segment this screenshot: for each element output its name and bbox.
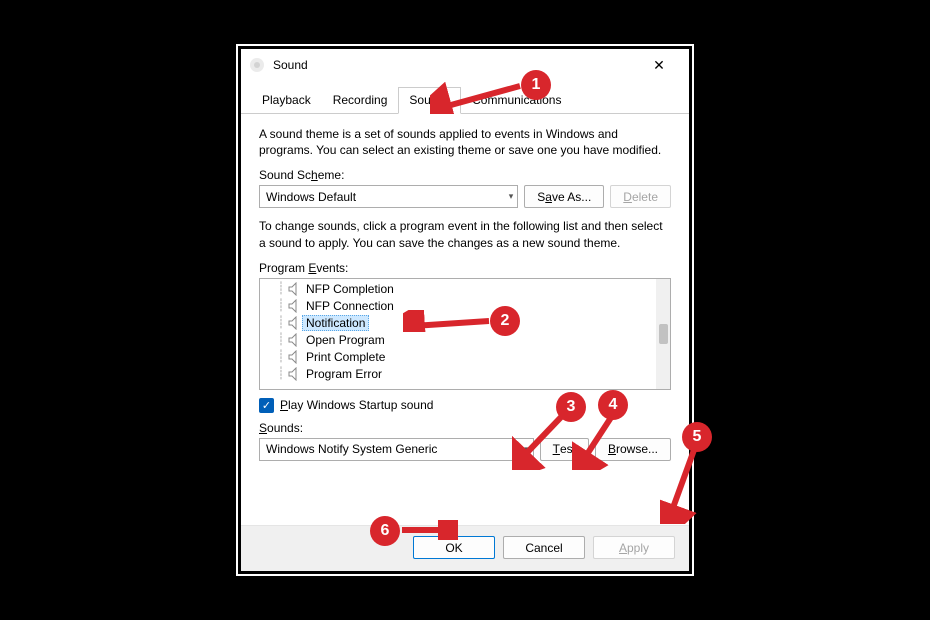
speaker-icon (288, 299, 302, 313)
speaker-icon (288, 282, 302, 296)
event-label: NFP Completion (306, 282, 394, 296)
sound-scheme-value: Windows Default (266, 190, 356, 204)
annotation-arrow-4 (572, 412, 622, 470)
annotation-arrow-6 (398, 520, 458, 540)
program-events-label: Program Events: (259, 261, 671, 275)
event-label: Notification (302, 315, 369, 331)
annotation-badge-1: 1 (521, 70, 551, 100)
sound-app-icon (249, 57, 265, 73)
sounds-select[interactable]: Windows Notify System Generic ▾ (259, 438, 534, 461)
speaker-icon (288, 367, 302, 381)
tree-line-icon: ┊ (274, 281, 288, 298)
annotation-badge-6: 6 (370, 516, 400, 546)
speaker-icon (288, 333, 302, 347)
tree-line-icon: ┊ (274, 366, 288, 383)
close-button[interactable]: ✕ (637, 51, 681, 79)
dialog-buttons: OK Cancel Apply (241, 525, 689, 571)
tree-line-icon: ┊ (274, 315, 288, 332)
event-label: Program Error (306, 367, 382, 381)
speaker-icon (288, 350, 302, 364)
program-events-listbox[interactable]: ┊ NFP Completion ┊ NFP Connection ┊ Notificat… (259, 278, 671, 390)
annotation-arrow-5 (660, 446, 704, 524)
events-list: ┊ NFP Completion ┊ NFP Connection ┊ Notificat… (260, 279, 656, 389)
listbox-scrollbar[interactable] (656, 279, 670, 389)
scheme-label: Sound Scheme: (259, 168, 671, 182)
tree-line-icon: ┊ (274, 332, 288, 349)
titlebar: Sound ✕ (241, 49, 689, 81)
event-item[interactable]: ┊ NFP Completion (260, 281, 656, 298)
dialog-title: Sound (273, 58, 637, 72)
event-label: NFP Connection (306, 299, 394, 313)
chevron-down-icon: ▾ (509, 191, 514, 202)
save-as-button[interactable]: Save As... (524, 185, 604, 208)
event-item[interactable]: ┊ Open Program (260, 332, 656, 349)
tab-recording[interactable]: Recording (322, 87, 399, 113)
speaker-icon (288, 316, 302, 330)
sounds-value: Windows Notify System Generic (266, 442, 437, 456)
event-label: Print Complete (306, 350, 385, 364)
tab-playback[interactable]: Playback (251, 87, 322, 113)
annotation-arrow-3 (512, 410, 568, 470)
event-label: Open Program (306, 333, 385, 347)
tree-line-icon: ┊ (274, 349, 288, 366)
annotation-badge-4: 4 (598, 390, 628, 420)
annotation-arrow-2 (403, 310, 495, 332)
apply-button[interactable]: Apply (593, 536, 675, 559)
events-description: To change sounds, click a program event … (259, 218, 671, 250)
annotation-badge-5: 5 (682, 422, 712, 452)
delete-button: Delete (610, 185, 671, 208)
annotation-badge-2: 2 (490, 306, 520, 336)
annotation-arrow-1 (430, 78, 525, 114)
scrollbar-thumb[interactable] (659, 324, 668, 344)
theme-description: A sound theme is a set of sounds applied… (259, 126, 671, 158)
sound-scheme-select[interactable]: Windows Default ▾ (259, 185, 518, 208)
annotation-badge-3: 3 (556, 392, 586, 422)
startup-checkbox[interactable]: ✓ (259, 398, 274, 413)
event-item[interactable]: ┊ Print Complete (260, 349, 656, 366)
event-item[interactable]: ┊ Program Error (260, 366, 656, 383)
cancel-button[interactable]: Cancel (503, 536, 585, 559)
startup-label: Play Windows Startup sound (280, 398, 433, 412)
tree-line-icon: ┊ (274, 298, 288, 315)
